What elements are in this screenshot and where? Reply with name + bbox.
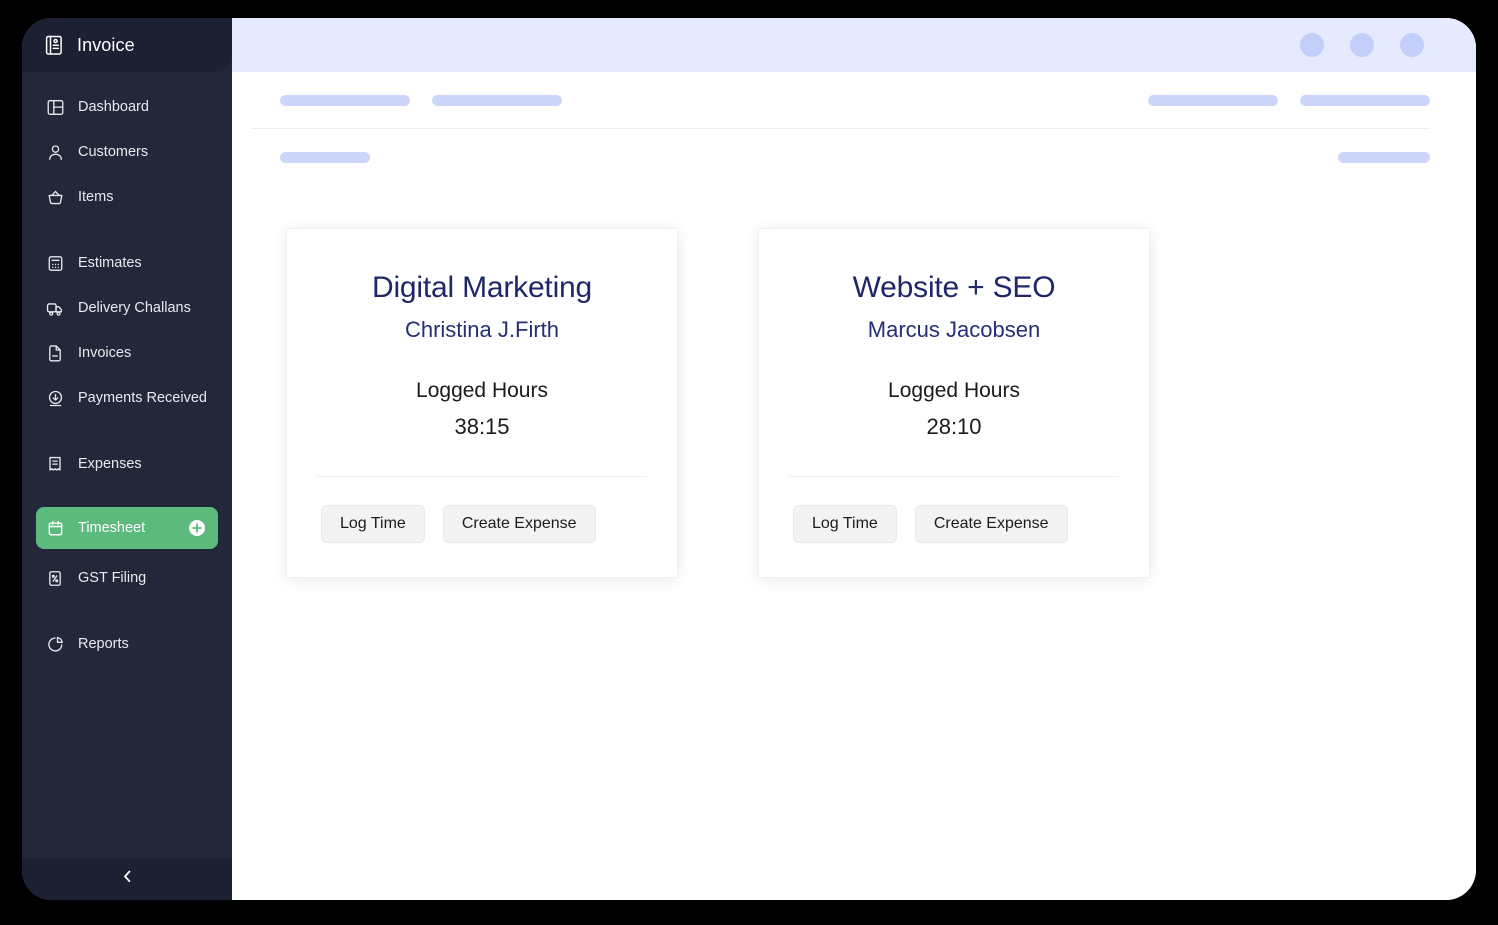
sidebar-item-invoices[interactable]: Invoices — [36, 336, 218, 370]
project-title: Digital Marketing — [371, 271, 593, 304]
topbar — [232, 18, 1476, 72]
sidebar-item-estimates[interactable]: Estimates — [36, 246, 218, 280]
create-expense-button[interactable]: Create Expense — [914, 505, 1068, 543]
card-divider — [317, 476, 647, 477]
sidebar-item-reports[interactable]: Reports — [36, 627, 218, 661]
calculator-icon — [46, 254, 64, 272]
basket-icon — [46, 188, 64, 206]
project-person: Christina J.Firth — [404, 317, 560, 342]
timesheet-card: Digital Marketing Christina J.Firth Logg… — [287, 229, 677, 577]
dashboard-layout-icon — [46, 98, 64, 116]
sidebar-item-label: Timesheet — [78, 520, 146, 536]
sidebar-item-customers[interactable]: Customers — [36, 135, 218, 169]
card-actions: Log Time Create Expense — [789, 505, 1119, 543]
receipt-icon — [46, 455, 64, 473]
log-time-button[interactable]: Log Time — [321, 505, 425, 543]
subheader-placeholder-left — [280, 151, 370, 163]
placeholder-bar[interactable] — [280, 94, 410, 106]
logged-hours-value: 38:15 — [454, 414, 510, 439]
subheader-placeholder-right — [1338, 151, 1430, 163]
placeholder-bar[interactable] — [1300, 94, 1430, 106]
sidebar-item-dashboard[interactable]: Dashboard — [36, 90, 218, 124]
sidebar-item-timesheet[interactable]: Timesheet — [36, 507, 218, 549]
percent-document-icon — [46, 569, 64, 587]
toolbar-placeholder-left — [280, 94, 562, 106]
logged-hours-label: Logged Hours — [888, 379, 1020, 402]
sidebar-brand-label: Invoice — [77, 34, 135, 55]
placeholder-bar[interactable] — [1338, 151, 1430, 163]
subheader-placeholder-row — [232, 129, 1476, 185]
sidebar-item-payments-received[interactable]: Payments Received — [36, 381, 218, 415]
sidebar-item-gst-filing[interactable]: GST Filing — [36, 561, 218, 595]
calendar-icon — [46, 519, 64, 537]
topbar-placeholder-dot[interactable] — [1350, 33, 1374, 57]
sidebar-item-label: Customers — [78, 144, 149, 160]
logged-hours-value: 28:10 — [926, 414, 982, 439]
topbar-placeholder-dot[interactable] — [1400, 33, 1424, 57]
sidebar-nav: Dashboard Customers Items Estimates Deli… — [22, 72, 232, 858]
sidebar-item-label: Invoices — [78, 345, 132, 361]
logged-hours-label: Logged Hours — [416, 379, 548, 402]
sidebar-item-label: Delivery Challans — [78, 300, 191, 316]
sidebar-item-label: Items — [78, 189, 114, 205]
placeholder-bar[interactable] — [1148, 94, 1278, 106]
create-expense-button[interactable]: Create Expense — [442, 505, 596, 543]
timesheet-card: Website + SEO Marcus Jacobsen Logged Hou… — [759, 229, 1149, 577]
sidebar-item-label: Expenses — [78, 456, 142, 472]
placeholder-bar[interactable] — [280, 151, 370, 163]
sidebar-item-label: GST Filing — [78, 570, 147, 586]
file-minus-icon — [46, 344, 64, 362]
arrow-down-circle-icon — [46, 389, 64, 407]
log-time-button[interactable]: Log Time — [793, 505, 897, 543]
sidebar-item-label: Payments Received — [78, 390, 207, 406]
project-title: Website + SEO — [852, 271, 1056, 304]
sidebar-brand[interactable]: Invoice — [22, 18, 232, 72]
main-content: Digital Marketing Christina J.Firth Logg… — [232, 18, 1476, 900]
placeholder-bar[interactable] — [432, 94, 562, 106]
card-divider — [789, 476, 1119, 477]
truck-icon — [46, 299, 64, 317]
pie-chart-icon — [46, 635, 64, 653]
app-window: Invoice Dashboard Customers Items Estima… — [22, 18, 1476, 900]
plus-circle-icon[interactable] — [188, 519, 206, 537]
timesheet-cards: Digital Marketing Christina J.Firth Logg… — [232, 185, 1476, 900]
sidebar-item-delivery-challans[interactable]: Delivery Challans — [36, 291, 218, 325]
sidebar-item-label: Reports — [78, 636, 129, 652]
sidebar: Invoice Dashboard Customers Items Estima… — [22, 18, 232, 900]
sidebar-item-expenses[interactable]: Expenses — [36, 447, 218, 481]
toolbar-placeholder-right — [1148, 94, 1430, 106]
sidebar-item-items[interactable]: Items — [36, 180, 218, 214]
chevron-left-icon — [121, 869, 134, 889]
sidebar-collapse-button[interactable] — [22, 858, 232, 900]
topbar-placeholder-dot[interactable] — [1300, 33, 1324, 57]
card-actions: Log Time Create Expense — [317, 505, 647, 543]
sidebar-item-label: Estimates — [78, 255, 142, 271]
project-person: Marcus Jacobsen — [867, 317, 1041, 342]
sidebar-item-label: Dashboard — [78, 99, 149, 115]
user-icon — [46, 143, 64, 161]
invoice-document-icon — [45, 35, 64, 56]
toolbar-placeholder-row — [232, 72, 1476, 128]
